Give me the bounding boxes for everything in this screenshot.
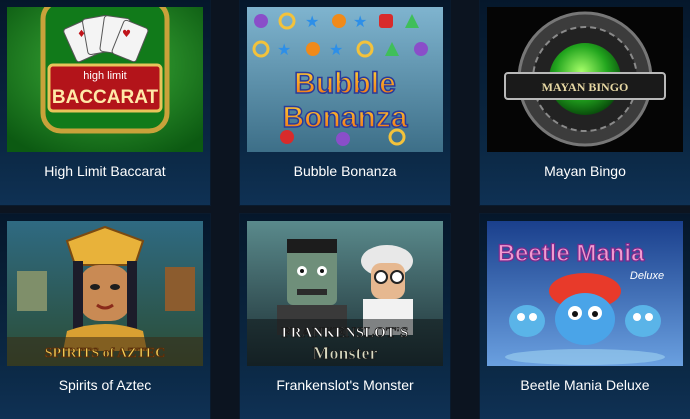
game-grid: ♦ ♥ high limit BACCARAT High Limit Bacca… <box>0 0 690 419</box>
game-title[interactable]: High Limit Baccarat <box>0 162 210 180</box>
svg-text:★: ★ <box>353 12 367 31</box>
game-title[interactable]: Spirits of Aztec <box>0 376 210 394</box>
svg-text:★: ★ <box>329 40 343 59</box>
game-title[interactable]: Bubble Bonanza <box>240 162 450 180</box>
game-title[interactable]: Mayan Bingo <box>480 162 690 180</box>
baccarat-art: ♦ ♥ high limit BACCARAT <box>7 7 203 152</box>
art-line1: Bubble <box>294 67 396 100</box>
art-line1: Beetle Mania <box>498 240 645 267</box>
game-card-spirits-of-aztec[interactable]: SPIRITS of AZTEC Spirits of Aztec <box>0 214 210 419</box>
svg-text:♥: ♥ <box>122 29 131 40</box>
game-title[interactable]: Beetle Mania Deluxe <box>480 376 690 394</box>
art-line2: Bonanza <box>282 101 407 134</box>
game-card-bubble-bonanza[interactable]: ★ ★ ★ ★ Bubble Bonanza Bubble Bonanza <box>240 0 450 205</box>
bubble-bonanza-art: ★ ★ ★ ★ Bubble Bonanza <box>247 7 443 152</box>
game-thumbnail[interactable]: MAYAN BINGO <box>487 7 683 152</box>
game-card-beetle-mania-deluxe[interactable]: Beetle Mania Deluxe Beetle Mania Deluxe <box>480 214 690 419</box>
art-line1: SPIRITS of AZTEC <box>45 346 166 361</box>
game-thumbnail[interactable]: Beetle Mania Deluxe <box>487 221 683 366</box>
game-thumbnail[interactable]: ♦ ♥ high limit BACCARAT <box>7 7 203 152</box>
art-line1: high limit <box>83 70 126 82</box>
art-line1: FRANKENSLOT'S <box>282 325 409 341</box>
game-card-mayan-bingo[interactable]: MAYAN BINGO Mayan Bingo <box>480 0 690 205</box>
art-line2: BACCARAT <box>52 87 159 108</box>
game-thumbnail[interactable]: SPIRITS of AZTEC <box>7 221 203 366</box>
game-thumbnail[interactable]: FRANKENSLOT'S Monster <box>247 221 443 366</box>
svg-text:★: ★ <box>305 12 319 31</box>
game-thumbnail[interactable]: ★ ★ ★ ★ Bubble Bonanza <box>247 7 443 152</box>
game-card-high-limit-baccarat[interactable]: ♦ ♥ high limit BACCARAT High Limit Bacca… <box>0 0 210 205</box>
art-line2: Deluxe <box>630 270 664 282</box>
svg-text:♦: ♦ <box>77 29 86 40</box>
game-title[interactable]: Frankenslot's Monster <box>240 376 450 394</box>
frankenslots-monster-art: FRANKENSLOT'S Monster <box>247 221 443 366</box>
mayan-bingo-art: MAYAN BINGO <box>487 7 683 152</box>
beetle-mania-deluxe-art: Beetle Mania Deluxe <box>487 221 683 366</box>
art-line2: Monster <box>313 343 378 363</box>
svg-text:★: ★ <box>277 40 291 59</box>
art-line1: MAYAN BINGO <box>542 80 629 94</box>
game-card-frankenslots-monster[interactable]: FRANKENSLOT'S Monster Frankenslot's Mons… <box>240 214 450 419</box>
spirits-of-aztec-art: SPIRITS of AZTEC <box>7 221 203 366</box>
